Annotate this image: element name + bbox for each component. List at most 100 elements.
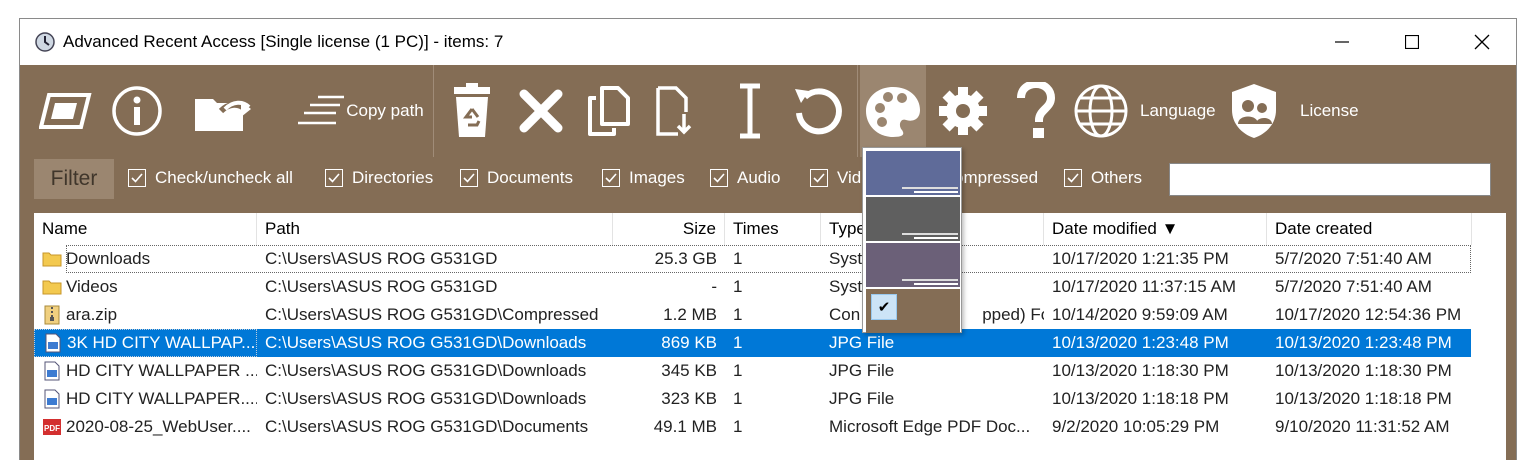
cell-size: 869 KB [613,329,725,357]
checkbox-box[interactable] [602,169,620,187]
cell-name: 3K HD CITY WALLPAP... [34,329,257,357]
table-row[interactable]: Videos C:\Users\ASUS ROG G531GD -1 Syst 10/1… [34,273,1471,301]
table-row[interactable]: HD CITY WALLPAPER ... C:\Users\ASUS ROG G… [34,357,1471,385]
minimize-icon [1335,41,1349,43]
checkbox-check-all[interactable]: Check/uncheck all [128,168,293,188]
zip-icon [42,305,62,325]
cell-text: C:\Users\ASUS ROG G531GD\Compressed [265,305,599,324]
cell-type: JPG File [821,385,1044,413]
cell-name: HD CITY WALLPAPER ... [34,357,257,385]
delete-button[interactable] [514,65,568,157]
filter-search-input[interactable] [1169,163,1491,196]
recycle-bin-icon [454,83,490,137]
cell-text: JPG File [829,361,895,380]
recycle-button[interactable] [444,65,500,157]
info-button[interactable] [108,65,166,157]
cell-path: C:\Users\ASUS ROG G531GD\Downloads [257,357,613,385]
column-header-size[interactable]: Size [613,213,725,245]
palette-icon [866,87,920,137]
column-header-name[interactable]: Name [34,213,257,245]
cell-text: Syst [829,277,863,296]
checkbox-directories[interactable]: Directories [325,168,433,188]
cell-text: C:\Users\ASUS ROG G531GD\Downloads [265,361,587,380]
window-run-icon [39,93,92,129]
cell-type: Microsoft Edge PDF Doc... [821,413,1044,441]
cell-text: 10/17/2020 1:21:35 PM [1052,249,1229,268]
table-row[interactable]: Downloads C:\Users\ASUS ROG G531GD 25.3 GB… [34,245,1471,273]
checkbox-videos[interactable]: Vid [810,168,861,188]
cell-text: C:\Users\ASUS ROG G531GD\Downloads [265,333,587,352]
license-shield-icon [1232,84,1276,138]
cell-name: Videos [34,273,257,301]
help-button[interactable] [1008,65,1062,157]
checkbox-documents[interactable]: Documents [460,168,573,188]
close-button[interactable] [1448,19,1516,65]
checkbox-audio[interactable]: Audio [710,168,780,188]
checkbox-compressed[interactable]: ompressed [954,168,1038,188]
checkbox-box[interactable] [810,169,828,187]
copy-path-button[interactable]: Copy path [290,65,430,157]
column-header-date-modified[interactable]: Date modified ▼ [1044,213,1267,245]
language-button[interactable]: Language [1072,65,1224,157]
checkbox-label: Audio [737,168,781,187]
table-row[interactable]: 3K HD CITY WALLPAP... C:\Users\ASUS ROG G… [34,329,1471,357]
title-bar: Advanced Recent Access [Single license (… [20,19,1516,65]
checkbox-label: Others [1091,168,1143,187]
cell-type: JPG File [821,357,1044,385]
checkbox-images[interactable]: Images [602,168,685,188]
theme-swatch-purple[interactable] [866,243,960,287]
open-folder-button[interactable] [188,65,258,157]
move-button[interactable] [650,65,704,157]
table-row[interactable]: PDF 2020-08-25_WebUser.... C:\Users\ASUS R… [34,413,1471,441]
theme-swatch-gray[interactable] [866,197,960,241]
checkbox-others[interactable]: Others [1064,168,1142,188]
delete-x-icon [519,89,563,133]
rename-button[interactable] [724,65,776,157]
cell-text-tail: pped) Fo... [982,305,1044,324]
cell-type: JPG File [821,329,1044,357]
checkbox-box[interactable] [460,169,478,187]
table-row[interactable]: HD CITY WALLPAPER.... C:\Users\ASUS ROG G… [34,385,1471,413]
cell-text: JPG File [829,333,895,352]
checkbox-box[interactable] [1064,169,1082,187]
column-header-path[interactable]: Path [257,213,613,245]
check-icon [1067,173,1079,183]
checkbox-box[interactable] [128,169,146,187]
cell-times: 1 [725,413,821,441]
toolbar-separator [857,65,858,157]
license-button[interactable]: License [1230,65,1362,157]
text-cursor-icon [740,83,760,139]
image-file-icon [43,333,63,353]
maximize-button[interactable] [1378,19,1446,65]
gear-icon [939,87,987,135]
cell-created: 10/13/2020 1:18:18 PM [1267,385,1472,413]
question-mark-icon [1017,82,1055,138]
cell-text: 345 KB [661,361,717,380]
refresh-button[interactable] [788,65,850,157]
theme-color-dropdown: ✔ [862,147,962,333]
checkbox-box[interactable] [710,169,728,187]
check-icon [463,173,475,183]
cell-text: 9/2/2020 10:05:29 PM [1052,417,1220,436]
copy-button[interactable] [582,65,636,157]
theme-swatch-blue[interactable] [866,151,960,195]
theme-swatch-brown[interactable]: ✔ [866,289,960,333]
settings-button[interactable] [934,65,992,157]
cell-size: 1.2 MB [613,301,725,329]
cell-size: 49.1 MB [613,413,725,441]
copy-path-icon [298,95,345,125]
table-row[interactable]: ara.zip C:\Users\ASUS ROG G531GD\Compress… [34,301,1471,329]
run-button[interactable] [36,65,96,157]
check-icon [813,173,825,183]
check-icon [328,173,340,183]
theme-color-button[interactable] [860,65,926,157]
refresh-icon [795,88,842,135]
cell-text: 2020-08-25_WebUser.... [66,417,251,436]
toolbar: Copy path Language License [20,65,1516,157]
checkbox-box[interactable] [325,169,343,187]
column-header-times[interactable]: Times [725,213,821,245]
cell-modified: 10/13/2020 1:23:48 PM [1044,329,1267,357]
window-title: Advanced Recent Access [Single license (… [63,32,504,51]
column-header-date-created[interactable]: Date created [1267,213,1472,245]
minimize-button[interactable] [1308,19,1376,65]
